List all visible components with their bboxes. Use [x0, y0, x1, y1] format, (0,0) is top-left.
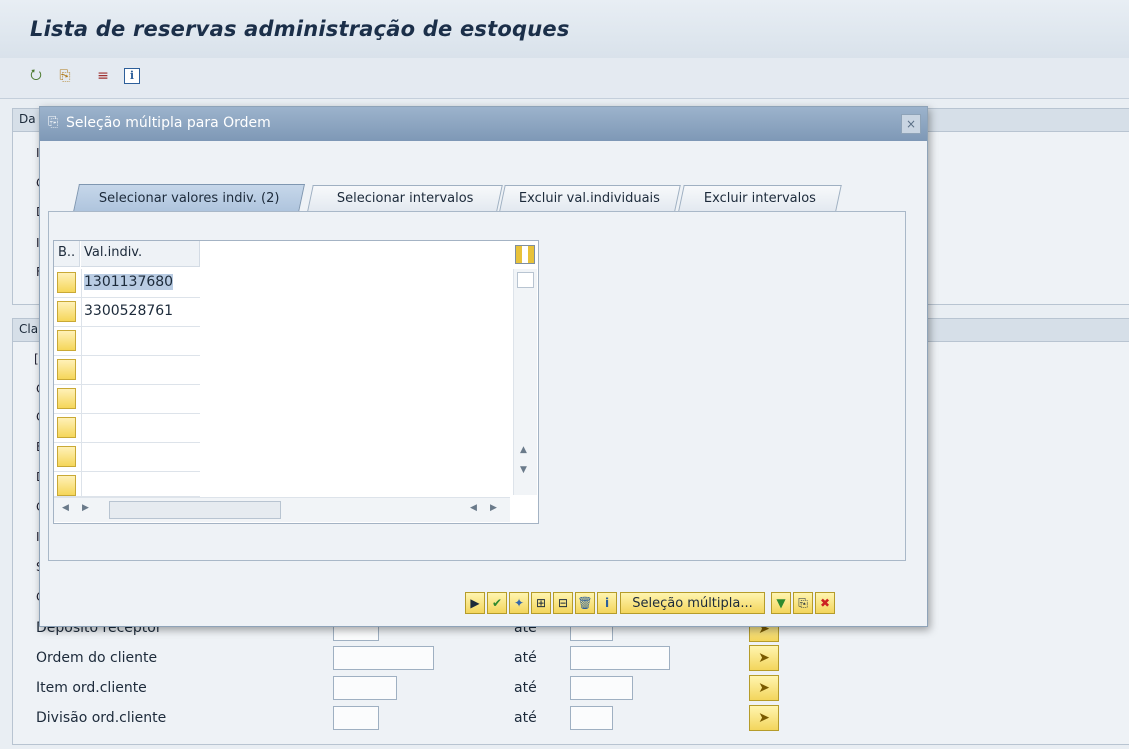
- row-selector[interactable]: [57, 388, 76, 409]
- ate-label: até: [514, 710, 537, 726]
- table-row: [54, 356, 200, 385]
- trash-icon[interactable]: 🗑: [575, 592, 595, 614]
- item-ord-cliente-multisel-button[interactable]: ➤: [749, 675, 779, 701]
- scroll-down-icon[interactable]: ▼: [520, 465, 527, 475]
- close-icon[interactable]: ×: [901, 114, 921, 134]
- table-row: [54, 414, 200, 443]
- execute-icon[interactable]: ▶: [465, 592, 485, 614]
- multiple-selection-button[interactable]: Seleção múltipla...: [620, 592, 765, 614]
- row-selector[interactable]: [57, 475, 76, 496]
- value-cell[interactable]: [81, 414, 200, 442]
- group-label: Cla: [19, 322, 39, 336]
- value-cell[interactable]: [81, 443, 200, 471]
- divisao-ord-cliente-to-input[interactable]: [570, 706, 613, 730]
- delete-row-icon[interactable]: ⊟: [553, 592, 573, 614]
- select-icon[interactable]: ✦: [509, 592, 529, 614]
- scroll-thumb[interactable]: [517, 272, 534, 288]
- table-row: [54, 472, 200, 497]
- values-table: B.. Val.indiv. 1301137680 3300528761 ▲ ▼…: [53, 240, 539, 524]
- row-selector[interactable]: [57, 359, 76, 380]
- vertical-scrollbar[interactable]: ▲ ▼: [513, 269, 537, 495]
- table-row: [54, 327, 200, 356]
- scroll-left-icon[interactable]: ◀: [62, 503, 69, 513]
- row-label-ordem-cliente: Ordem do cliente: [36, 650, 158, 666]
- tab-label: Excluir intervalos: [703, 191, 816, 206]
- row-selector[interactable]: [57, 330, 76, 351]
- tab-label: Selecionar valores indiv. (2): [98, 191, 280, 206]
- table-row: 1301137680: [54, 269, 200, 298]
- dialog-title-bar[interactable]: ⎘ Seleção múltipla para Ordem ×: [40, 107, 927, 141]
- ordem-cliente-multisel-button[interactable]: ➤: [749, 645, 779, 671]
- value-cell[interactable]: [81, 472, 200, 496]
- cell-text: 1301137680: [84, 274, 174, 290]
- row-selector[interactable]: [57, 272, 76, 293]
- scroll-right-icon[interactable]: ▶: [82, 503, 89, 513]
- cell-text: 3300528761: [84, 303, 174, 319]
- item-ord-cliente-from-input[interactable]: [333, 676, 397, 700]
- check-icon[interactable]: ✔: [487, 592, 507, 614]
- select-options-icon[interactable]: ≡: [93, 66, 113, 86]
- dialog-window-icon: ⎘: [48, 115, 59, 130]
- scroll-left-icon[interactable]: ◀: [470, 503, 477, 513]
- copy-variant-icon[interactable]: ⎘: [55, 66, 75, 86]
- row-label-item-ord-cliente: Item ord.cliente: [36, 680, 147, 696]
- value-cell[interactable]: [81, 385, 200, 413]
- tab-excluir-intervalos[interactable]: Excluir intervalos: [678, 185, 842, 211]
- tab-selecionar-intervalos[interactable]: Selecionar intervalos: [307, 185, 503, 211]
- info-icon[interactable]: i: [597, 592, 617, 614]
- page-title: Lista de reservas administração de estoq…: [30, 17, 570, 41]
- insert-row-icon[interactable]: ⊞: [531, 592, 551, 614]
- table-row: [54, 385, 200, 414]
- table-settings-icon[interactable]: [515, 245, 535, 264]
- group-label: Da: [19, 112, 36, 126]
- row-selector[interactable]: [57, 446, 76, 467]
- multiple-selection-dialog: ⎘ Seleção múltipla para Ordem × Selecion…: [39, 106, 928, 627]
- table-row: [54, 443, 200, 472]
- value-cell[interactable]: 1301137680: [81, 269, 200, 297]
- ate-label: até: [514, 680, 537, 696]
- ate-label: até: [514, 650, 537, 666]
- main-toolbar: ⭮ ⎘ ≡ i: [0, 58, 1129, 99]
- tab-selecionar-valores[interactable]: Selecionar valores indiv. (2): [73, 184, 305, 212]
- dialog-title: Seleção múltipla para Ordem: [66, 115, 271, 131]
- column-header-b[interactable]: B..: [54, 241, 80, 267]
- clipboard-icon[interactable]: ⎘: [793, 592, 813, 614]
- table-row: 3300528761: [54, 298, 200, 327]
- scroll-right-icon[interactable]: ▶: [490, 503, 497, 513]
- scroll-thumb[interactable]: [109, 501, 281, 519]
- tab-label: Excluir val.individuais: [519, 191, 661, 206]
- value-cell[interactable]: [81, 327, 200, 355]
- item-ord-cliente-to-input[interactable]: [570, 676, 633, 700]
- ordem-cliente-to-input[interactable]: [570, 646, 670, 670]
- row-label-divisao-ord-cliente: Divisão ord.cliente: [36, 710, 167, 726]
- divisao-ord-cliente-from-input[interactable]: [333, 706, 379, 730]
- info-icon[interactable]: i: [122, 66, 142, 86]
- execute-icon[interactable]: ⭮: [26, 66, 46, 86]
- dialog-button-bar: ▶ ✔ ✦ ⊞ ⊟ 🗑 i Seleção múltipla... ▼ ⎘ ✖: [465, 592, 920, 616]
- divisao-ord-cliente-multisel-button[interactable]: ➤: [749, 705, 779, 731]
- import-icon[interactable]: ▼: [771, 592, 791, 614]
- value-cell[interactable]: [81, 356, 200, 384]
- scroll-up-icon[interactable]: ▲: [520, 445, 527, 455]
- horizontal-scrollbar[interactable]: ◀ ▶ ◀ ▶: [54, 497, 510, 522]
- ordem-cliente-from-input[interactable]: [333, 646, 434, 670]
- tab-label: Selecionar intervalos: [336, 191, 474, 206]
- row-selector[interactable]: [57, 417, 76, 438]
- cancel-icon[interactable]: ✖: [815, 592, 835, 614]
- title-bar: Lista de reservas administração de estoq…: [0, 0, 1129, 58]
- tab-excluir-val-individuais[interactable]: Excluir val.individuais: [499, 185, 681, 211]
- value-cell[interactable]: 3300528761: [81, 298, 200, 326]
- column-header-val-indiv[interactable]: Val.indiv.: [81, 241, 200, 267]
- checkbox-fragment: [: [34, 352, 39, 366]
- row-selector[interactable]: [57, 301, 76, 322]
